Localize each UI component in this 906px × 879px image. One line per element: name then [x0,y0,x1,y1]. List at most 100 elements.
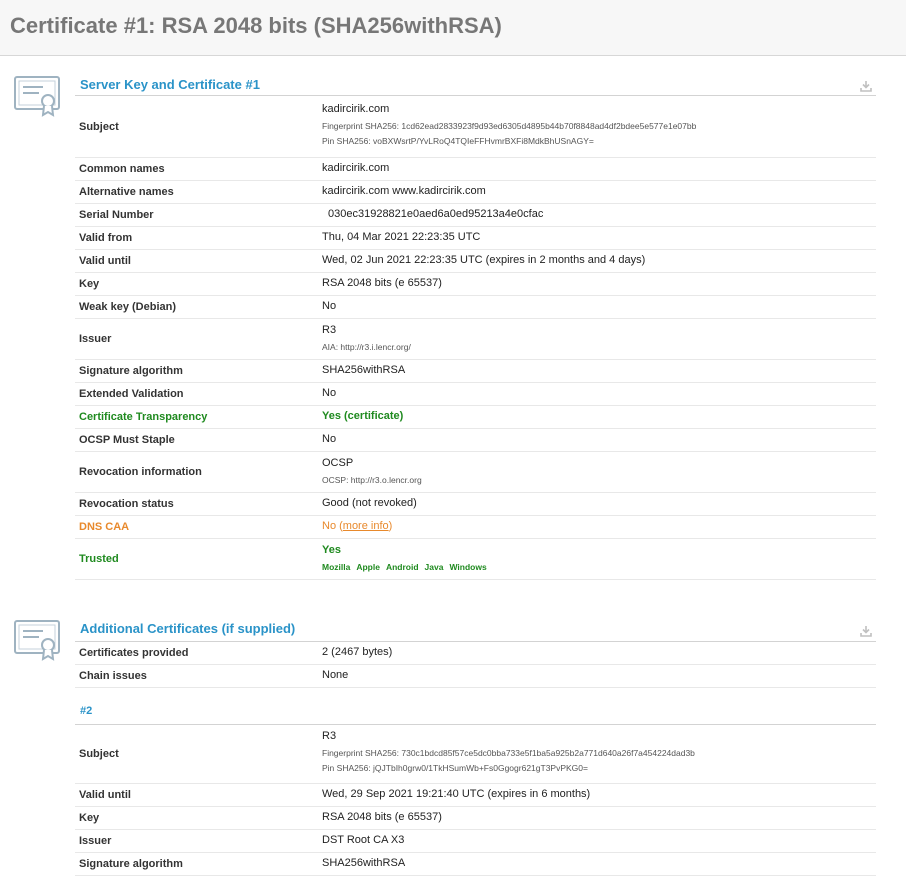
row-label: Weak key (Debian) [79,301,177,313]
row-label: Certificates provided [79,647,189,659]
row-label: Issuer [79,835,112,847]
certificate-icon [14,76,60,117]
store-android: Android [385,562,419,572]
subject-value: R3 [322,730,337,742]
row-dns-caa: DNS CAA No (more info) [75,516,876,539]
row-alternative-names: Alternative names kadircirik.com www.kad… [75,181,876,204]
trusted-value: Yes [322,544,341,556]
row-subject: Subject R3 Fingerprint SHA256: 730c1bdcd… [75,725,876,784]
store-mozilla: Mozilla [322,562,351,572]
subject-fingerprint: Fingerprint SHA256: 1cd62ead2833923f9d93… [322,121,697,131]
subject-value: kadircirik.com [322,103,390,115]
row-label: Common names [79,163,165,175]
server-key-table: Subject kadircirik.com Fingerprint SHA25… [75,96,876,580]
row-value: RSA 2048 bits (e 65537) [322,277,442,289]
row-label: Key [79,278,100,290]
download-icon[interactable] [860,625,872,637]
row-value: SHA256withRSA [322,364,406,376]
download-icon[interactable] [860,80,872,92]
row-revocation-information: Revocation information OCSP OCSP: http:/… [75,452,876,493]
row-label: Valid until [79,255,131,267]
store-apple: Apple [356,562,380,572]
row-value: Yes (certificate) [322,410,404,422]
row-value: Yes Mozilla Apple Android Java Windows [322,543,493,573]
section-title: Additional Certificates (if supplied) [80,621,296,636]
row-weak-key: Weak key (Debian) No [75,296,876,319]
subject-pin: Pin SHA256: voBXWsrtP/YvLRoQ4TQIeFFHvmrB… [322,136,594,146]
issuer-value: R3 [322,324,337,336]
row-label: Revocation information [79,466,202,478]
row-label: Trusted [79,553,119,565]
row-label: Signature algorithm [79,365,183,377]
row-value: Thu, 04 Mar 2021 22:23:35 UTC [322,231,481,243]
row-label: Valid from [79,232,133,244]
row-value: 2 (2467 bytes) [322,646,393,658]
row-serial-number: Serial Number 030ec31928821e0aed6a0ed952… [75,204,876,227]
row-label: Subject [79,748,119,760]
dns-caa-value: No ( [322,520,343,532]
row-issuer: Issuer DST Root CA X3 [75,830,876,853]
row-value: No [322,300,337,312]
row-key: Key RSA 2048 bits (e 65537) [75,807,876,830]
row-label: Subject [79,120,119,133]
row-valid-from: Valid from Thu, 04 Mar 2021 22:23:35 UTC [75,227,876,250]
dns-caa-close: ) [388,520,393,532]
subject-pin: Pin SHA256: jQJTbIh0grw0/1TkHSumWb+Fs0Gg… [322,763,588,773]
row-issuer: Issuer R3 AIA: http://r3.i.lencr.org/ [75,319,876,360]
cert-2-heading: #2 [75,688,876,725]
additional-certificates-section-header: Additional Certificates (if supplied) [75,614,876,642]
row-label: Extended Validation [79,388,184,400]
row-value: No [322,433,337,445]
row-value: Wed, 29 Sep 2021 19:21:40 UTC (expires i… [322,788,591,800]
row-value: kadircirik.com Fingerprint SHA256: 1cd62… [322,102,696,149]
row-valid-until: Valid until Wed, 02 Jun 2021 22:23:35 UT… [75,250,876,273]
row-signature-algorithm: Signature algorithm SHA256withRSA [75,360,876,383]
row-value: No (more info) [322,520,392,532]
row-label: Issuer [79,333,112,345]
more-info-link[interactable]: more info [343,520,389,532]
row-label: Valid until [79,789,131,801]
row-value: kadircirik.com www.kadircirik.com [322,185,486,197]
revocation-ocsp: OCSP: http://r3.o.lencr.org [322,475,422,485]
cert-2-heading-text: #2 [80,705,93,717]
row-revocation-status: Revocation status Good (not revoked) [75,493,876,516]
row-value: R3 AIA: http://r3.i.lencr.org/ [322,323,411,355]
row-value: No [322,387,337,399]
server-key-section-header: Server Key and Certificate #1 [75,70,876,96]
row-valid-until: Valid until Wed, 29 Sep 2021 19:21:40 UT… [75,784,876,807]
row-value: DST Root CA X3 [322,834,405,846]
row-signature-algorithm: Signature algorithm SHA256withRSA [75,853,876,876]
row-label: Revocation status [79,498,174,510]
additional-certificates-table: Certificates provided 2 (2467 bytes) Cha… [75,642,876,688]
row-label: OCSP Must Staple [79,434,175,446]
row-value: OCSP OCSP: http://r3.o.lencr.org [322,456,422,488]
trust-stores: Mozilla Apple Android Java Windows [322,561,493,573]
row-value: 030ec31928821e0aed6a0ed95213a4e0cfac [328,208,544,220]
row-certificate-transparency: Certificate Transparency Yes (certificat… [75,406,876,429]
row-chain-issues: Chain issues None [75,665,876,688]
page-header: Certificate #1: RSA 2048 bits (SHA256wit… [0,0,906,56]
row-label: DNS CAA [79,521,130,533]
revocation-value: OCSP [322,457,354,469]
row-subject: Subject kadircirik.com Fingerprint SHA25… [75,96,876,158]
row-label: Chain issues [79,670,147,682]
row-label: Signature algorithm [79,858,183,870]
row-label: Key [79,812,100,824]
row-trusted: Trusted Yes Mozilla Apple Android Java Windo… [75,539,876,580]
issuer-aia: AIA: http://r3.i.lencr.org/ [322,342,411,352]
cert-2-table: Subject R3 Fingerprint SHA256: 730c1bdcd… [75,725,876,876]
row-label: Alternative names [79,186,174,198]
row-common-names: Common names kadircirik.com [75,158,876,181]
store-java: Java [424,562,444,572]
row-key: Key RSA 2048 bits (e 65537) [75,273,876,296]
certificate-icon [14,620,60,661]
row-value: Wed, 02 Jun 2021 22:23:35 UTC (expires i… [322,254,646,266]
row-label: Certificate Transparency [79,411,208,423]
row-extended-validation: Extended Validation No [75,383,876,406]
page-title: Certificate #1: RSA 2048 bits (SHA256wit… [10,13,502,38]
section-title: Server Key and Certificate #1 [80,77,260,92]
row-value: RSA 2048 bits (e 65537) [322,811,442,823]
row-value: SHA256withRSA [322,857,406,869]
row-value: None [322,669,349,681]
row-value: R3 Fingerprint SHA256: 730c1bdcd85f57ce5… [322,729,695,776]
